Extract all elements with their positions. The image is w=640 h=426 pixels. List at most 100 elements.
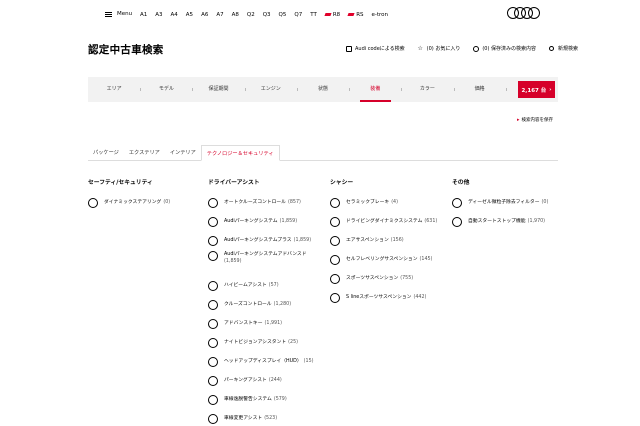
new-search-link[interactable]: 新規検索 (548, 45, 578, 52)
filter-warranty[interactable]: 保証期間 (192, 77, 244, 102)
radio-button[interactable] (330, 254, 340, 265)
model-links: A1 A3 A4 A5 A6 A7 A8 Q2 Q3 Q5 Q7 TT R8 R… (140, 12, 396, 18)
radio-button[interactable] (208, 318, 218, 329)
radio-button[interactable] (330, 216, 340, 227)
option-ceramic-brake[interactable]: セラミックブレーキ (4) (330, 193, 450, 212)
radio-button[interactable] (330, 292, 340, 303)
column-title: シャシー (330, 180, 354, 186)
option-head-up-display[interactable]: ヘッドアップディスプレイ（HUD） (15) (208, 352, 328, 371)
radio-button[interactable] (208, 413, 218, 424)
radio-button[interactable] (330, 273, 340, 284)
result-count: 2,167 台 (521, 87, 547, 94)
audi-rings-icon[interactable] (507, 7, 541, 19)
radio-button[interactable] (208, 299, 218, 310)
star-icon: ☆ (417, 45, 423, 52)
model-link-a1[interactable]: A1 (140, 12, 147, 18)
tab-interior[interactable]: インテリア (165, 145, 201, 160)
option-lane-change-assist[interactable]: 車線変更アシスト (523) (208, 409, 328, 426)
option-audi-parking-system-plus[interactable]: Audiパーキングシステムプラス (1,859) (208, 231, 328, 250)
option-self-leveling-suspension[interactable]: セルフレベリングサスペンション (145) (330, 250, 450, 269)
model-link-tt[interactable]: TT (310, 12, 317, 18)
arrow-right-icon: ▸ (517, 117, 520, 123)
column-title: セーフティ/セキュリティ (88, 180, 153, 186)
radio-button[interactable] (208, 235, 218, 246)
hamburger-icon (105, 11, 112, 17)
model-link-a6[interactable]: A6 (201, 12, 208, 18)
model-link-etron[interactable]: e-tron (372, 12, 389, 18)
radio-button[interactable] (208, 280, 218, 291)
model-link-a4[interactable]: A4 (171, 12, 178, 18)
filter-price[interactable]: 価格 (453, 77, 506, 102)
option-sport-suspension[interactable]: スポーツサスペンション (755) (330, 269, 450, 288)
chevron-right-icon: › (549, 86, 552, 93)
option-dynamic-steering[interactable]: ダイナミックステアリング (0) (88, 193, 208, 212)
option-air-suspension[interactable]: エアサスペンション (156) (330, 231, 450, 250)
column-driver-assist: ドライバーアシスト オートクルーズコントロール (857) Audiパーキングシス… (208, 177, 328, 426)
option-s-line-sport-suspension[interactable]: S lineスポーツサスペンション (442) (330, 288, 450, 307)
column-other: その他 ディーゼル微粒子除去フィルター (0) 自動スタートストップ機能 (1,97… (452, 177, 572, 231)
column-title: ドライバーアシスト (208, 180, 260, 186)
option-audi-parking-system[interactable]: Audiパーキングシステム (1,859) (208, 212, 328, 231)
option-night-vision-assistant[interactable]: ナイトビジョンアシスタント (25) (208, 333, 328, 352)
radio-button[interactable] (208, 356, 218, 367)
saved-search-icon (472, 45, 479, 52)
option-auto-start-stop[interactable]: 自動スタートストップ機能 (1,970) (452, 212, 572, 231)
audi-code-icon (345, 45, 352, 52)
column-title: その他 (452, 180, 470, 186)
radio-button[interactable] (452, 216, 462, 227)
model-link-r8[interactable]: R8 (324, 12, 340, 18)
filter-model[interactable]: モデル (140, 77, 192, 102)
radio-button[interactable] (208, 394, 218, 405)
radio-button[interactable] (208, 337, 218, 348)
saved-searches-link[interactable]: (0) 保存済みの検索内容 (472, 45, 536, 52)
filter-area[interactable]: エリア (88, 77, 140, 102)
radio-button[interactable] (208, 216, 218, 227)
radio-button[interactable] (452, 197, 462, 208)
model-link-a3[interactable]: A3 (155, 12, 162, 18)
rs-badge-icon (347, 13, 355, 16)
result-count-button[interactable]: 2,167 台 › (518, 81, 555, 98)
equipment-tabs: パッケージ エクステリア インテリア テクノロジー＆セキュリティ (88, 145, 558, 161)
radio-button[interactable] (208, 251, 218, 261)
model-link-a5[interactable]: A5 (186, 12, 193, 18)
filter-condition[interactable]: 状態 (296, 77, 349, 102)
page-title: 認定中古車検索 (88, 44, 164, 56)
top-navigation: Menu A1 A3 A4 A5 A6 A7 A8 Q2 Q3 Q5 Q7 TT… (0, 0, 640, 30)
tab-package[interactable]: パッケージ (88, 145, 124, 160)
menu-label: Menu (117, 11, 133, 17)
favorites-link[interactable]: ☆ (0) お気に入り (417, 45, 460, 52)
model-link-q7[interactable]: Q7 (294, 12, 302, 18)
option-high-beam-assist[interactable]: ハイビームアシスト (57) (208, 276, 328, 295)
header-utilities: Audi codeによる検索 ☆ (0) お気に入り (0) 保存済みの検索内容… (345, 45, 590, 52)
radio-button[interactable] (88, 197, 98, 208)
option-advanced-key[interactable]: アドバンストキー (1,991) (208, 314, 328, 333)
option-diesel-particulate-filter[interactable]: ディーゼル微粒子除去フィルター (0) (452, 193, 572, 212)
radio-button[interactable] (208, 197, 218, 208)
option-audi-parking-system-advanced[interactable]: Audiパーキングシステムアドバンスド (1,859) (208, 250, 328, 276)
rs-badge-icon (324, 13, 332, 16)
model-link-rs[interactable]: RS (347, 12, 364, 18)
column-safety-security: セーフティ/セキュリティ ダイナミックステアリング (0) (88, 177, 208, 212)
menu-button[interactable]: Menu (105, 11, 132, 17)
save-search-link[interactable]: ▸ 検索内容を保存 (517, 117, 553, 123)
model-link-q3[interactable]: Q3 (263, 12, 271, 18)
column-chassis: シャシー セラミックブレーキ (4) ドライビングダイナミクスシステム (631) … (330, 177, 450, 307)
filter-color[interactable]: カラー (401, 77, 453, 102)
option-auto-cruise-control[interactable]: オートクルーズコントロール (857) (208, 193, 328, 212)
model-link-a8[interactable]: A8 (232, 12, 239, 18)
radio-button[interactable] (330, 235, 340, 246)
option-driving-dynamics-system[interactable]: ドライビングダイナミクスシステム (631) (330, 212, 450, 231)
option-parking-assist[interactable]: パーキングアシスト (244) (208, 371, 328, 390)
radio-button[interactable] (208, 375, 218, 386)
filter-engine[interactable]: エンジン (244, 77, 297, 102)
model-link-q2[interactable]: Q2 (247, 12, 255, 18)
radio-button[interactable] (330, 197, 340, 208)
filter-equipment[interactable]: 装備 (349, 77, 401, 102)
model-link-a7[interactable]: A7 (216, 12, 223, 18)
audi-code-search-link[interactable]: Audi codeによる検索 (345, 45, 405, 52)
option-cruise-control[interactable]: クルーズコントロール (1,280) (208, 295, 328, 314)
tab-technology-security[interactable]: テクノロジー＆セキュリティ (200, 145, 280, 161)
model-link-q5[interactable]: Q5 (279, 12, 287, 18)
option-lane-departure-warning[interactable]: 車線逸脱警告システム (579) (208, 390, 328, 409)
tab-exterior[interactable]: エクステリア (124, 145, 165, 160)
